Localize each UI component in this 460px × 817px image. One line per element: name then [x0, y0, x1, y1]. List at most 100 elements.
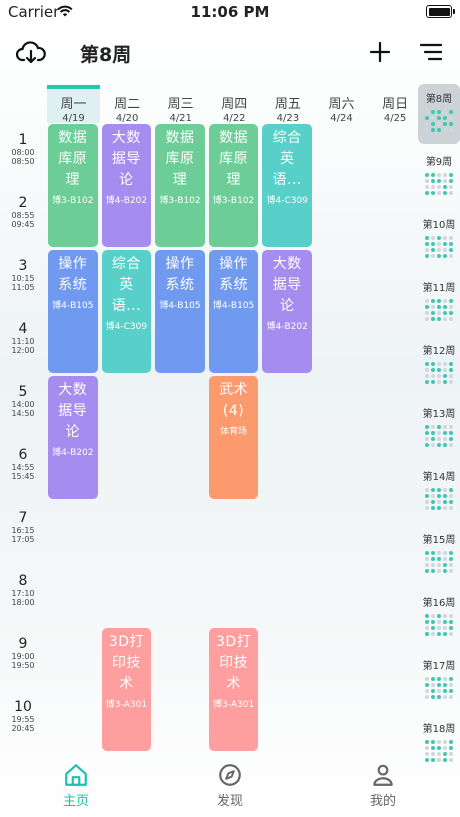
week-dot — [449, 740, 453, 744]
week-dot — [437, 551, 441, 555]
week-dot — [437, 758, 441, 762]
week-dot — [449, 632, 453, 636]
day-date: 4/20 — [115, 113, 139, 124]
course-card[interactable]: 大数据导论 博4-B202 — [262, 250, 312, 373]
plus-icon[interactable] — [368, 40, 392, 64]
week-item-15[interactable]: 第15周 — [418, 525, 460, 585]
week-dot — [449, 110, 453, 114]
week-dot-grid — [418, 677, 460, 699]
week-dot — [425, 374, 429, 378]
week-item-8[interactable]: 第8周 — [418, 84, 460, 144]
week-dot — [443, 122, 447, 126]
week-item-18[interactable]: 第18周 — [418, 714, 460, 774]
course-card[interactable]: 操作系统 博4-B105 — [155, 250, 205, 373]
week-dot — [425, 236, 429, 240]
clock: 11:06 PM — [190, 3, 270, 21]
week-dot — [431, 695, 435, 699]
week-dot — [431, 437, 435, 441]
week-dot — [425, 695, 429, 699]
cloud-download-icon[interactable] — [16, 40, 46, 66]
week-dot — [449, 299, 453, 303]
week-dot-grid — [418, 425, 460, 447]
week-dot — [449, 248, 453, 252]
week-item-17[interactable]: 第17周 — [418, 651, 460, 711]
course-room: 体育场 — [220, 427, 248, 437]
week-dot — [449, 563, 453, 567]
course-card[interactable]: 3D打印技术 博3-A301 — [208, 628, 259, 751]
course-name: 综合英语... — [272, 130, 302, 188]
week-dot — [431, 494, 435, 498]
tab-home[interactable]: 主页 — [36, 762, 116, 809]
day-name: 周四 — [221, 97, 248, 112]
period-end-time: 12:00 — [11, 346, 35, 355]
week-dot — [449, 746, 453, 750]
course-card[interactable]: 数据库原理 博3-B102 — [208, 124, 259, 247]
week-item-9[interactable]: 第9周 — [418, 147, 460, 207]
week-dot — [425, 317, 429, 321]
week-dot — [437, 368, 441, 372]
week-dot — [431, 488, 435, 492]
week-dot — [449, 443, 453, 447]
week-dot — [425, 380, 429, 384]
week-dot — [431, 506, 435, 510]
week-item-14[interactable]: 第14周 — [418, 462, 460, 522]
home-icon — [65, 764, 87, 786]
week-item-13[interactable]: 第13周 — [418, 399, 460, 459]
week-dot — [449, 494, 453, 498]
week-dot — [431, 248, 435, 252]
week-dot — [449, 752, 453, 756]
period-label-8: 8 17:10 18:00 — [0, 573, 46, 607]
course-card[interactable]: 综合英语... 博4-C309 — [262, 124, 312, 247]
current-week-title[interactable]: 第8周 — [80, 40, 131, 67]
week-item-16[interactable]: 第16周 — [418, 588, 460, 648]
course-card[interactable]: 综合英语... 博4-C309 — [101, 250, 152, 373]
week-item-12[interactable]: 第12周 — [418, 336, 460, 396]
week-dot — [449, 173, 453, 177]
week-dot — [431, 254, 435, 258]
week-item-10[interactable]: 第10周 — [418, 210, 460, 270]
week-dot — [437, 425, 441, 429]
week-dot — [449, 614, 453, 618]
course-card[interactable]: 武术(4) 体育场 — [208, 376, 259, 499]
week-dot — [443, 116, 447, 120]
tab-compass[interactable]: 发现 — [190, 762, 270, 809]
week-dot — [437, 179, 441, 183]
course-name: 操作系统 — [58, 256, 88, 293]
week-item-11[interactable]: 第11周 — [418, 273, 460, 333]
week-dot — [449, 374, 453, 378]
week-dot — [437, 437, 441, 441]
menu-icon[interactable] — [420, 42, 442, 62]
course-card[interactable]: 数据库原理 博3-B102 — [48, 124, 98, 247]
course-name: 数据库原理 — [165, 130, 195, 188]
week-label: 第15周 — [422, 535, 456, 546]
week-dot — [431, 689, 435, 693]
period-number: 10 — [14, 699, 32, 715]
week-dot — [437, 305, 441, 309]
course-card[interactable]: 数据库原理 博3-B102 — [155, 124, 205, 247]
week-dot — [431, 173, 435, 177]
week-dot — [431, 305, 435, 309]
week-dot — [449, 362, 453, 366]
course-name: 3D打印技术 — [216, 634, 252, 692]
day-date: 4/25 — [383, 113, 407, 124]
course-card[interactable]: 大数据导论 博4-B202 — [48, 376, 98, 499]
period-label-6: 6 14:55 15:45 — [0, 447, 46, 481]
course-card[interactable]: 大数据导论 博4-B202 — [101, 124, 152, 247]
week-dot — [449, 683, 453, 687]
course-card[interactable]: 操作系统 博4-B105 — [208, 250, 259, 373]
course-card[interactable]: 3D打印技术 博3-A301 — [101, 628, 152, 751]
week-dot — [449, 506, 453, 510]
course-card[interactable]: 操作系统 博4-B105 — [48, 250, 98, 373]
week-dot — [425, 179, 429, 183]
tab-user[interactable]: 我的 — [343, 762, 423, 809]
week-dot — [431, 362, 435, 366]
week-dot — [437, 374, 441, 378]
period-start-time: 10:15 — [11, 274, 35, 283]
period-label-10: 10 19:55 20:45 — [0, 699, 46, 733]
week-dot — [437, 254, 441, 258]
week-dot — [425, 632, 429, 636]
week-dot — [443, 110, 447, 114]
week-dot — [449, 500, 453, 504]
week-dot — [437, 128, 441, 132]
week-dot — [443, 746, 447, 750]
